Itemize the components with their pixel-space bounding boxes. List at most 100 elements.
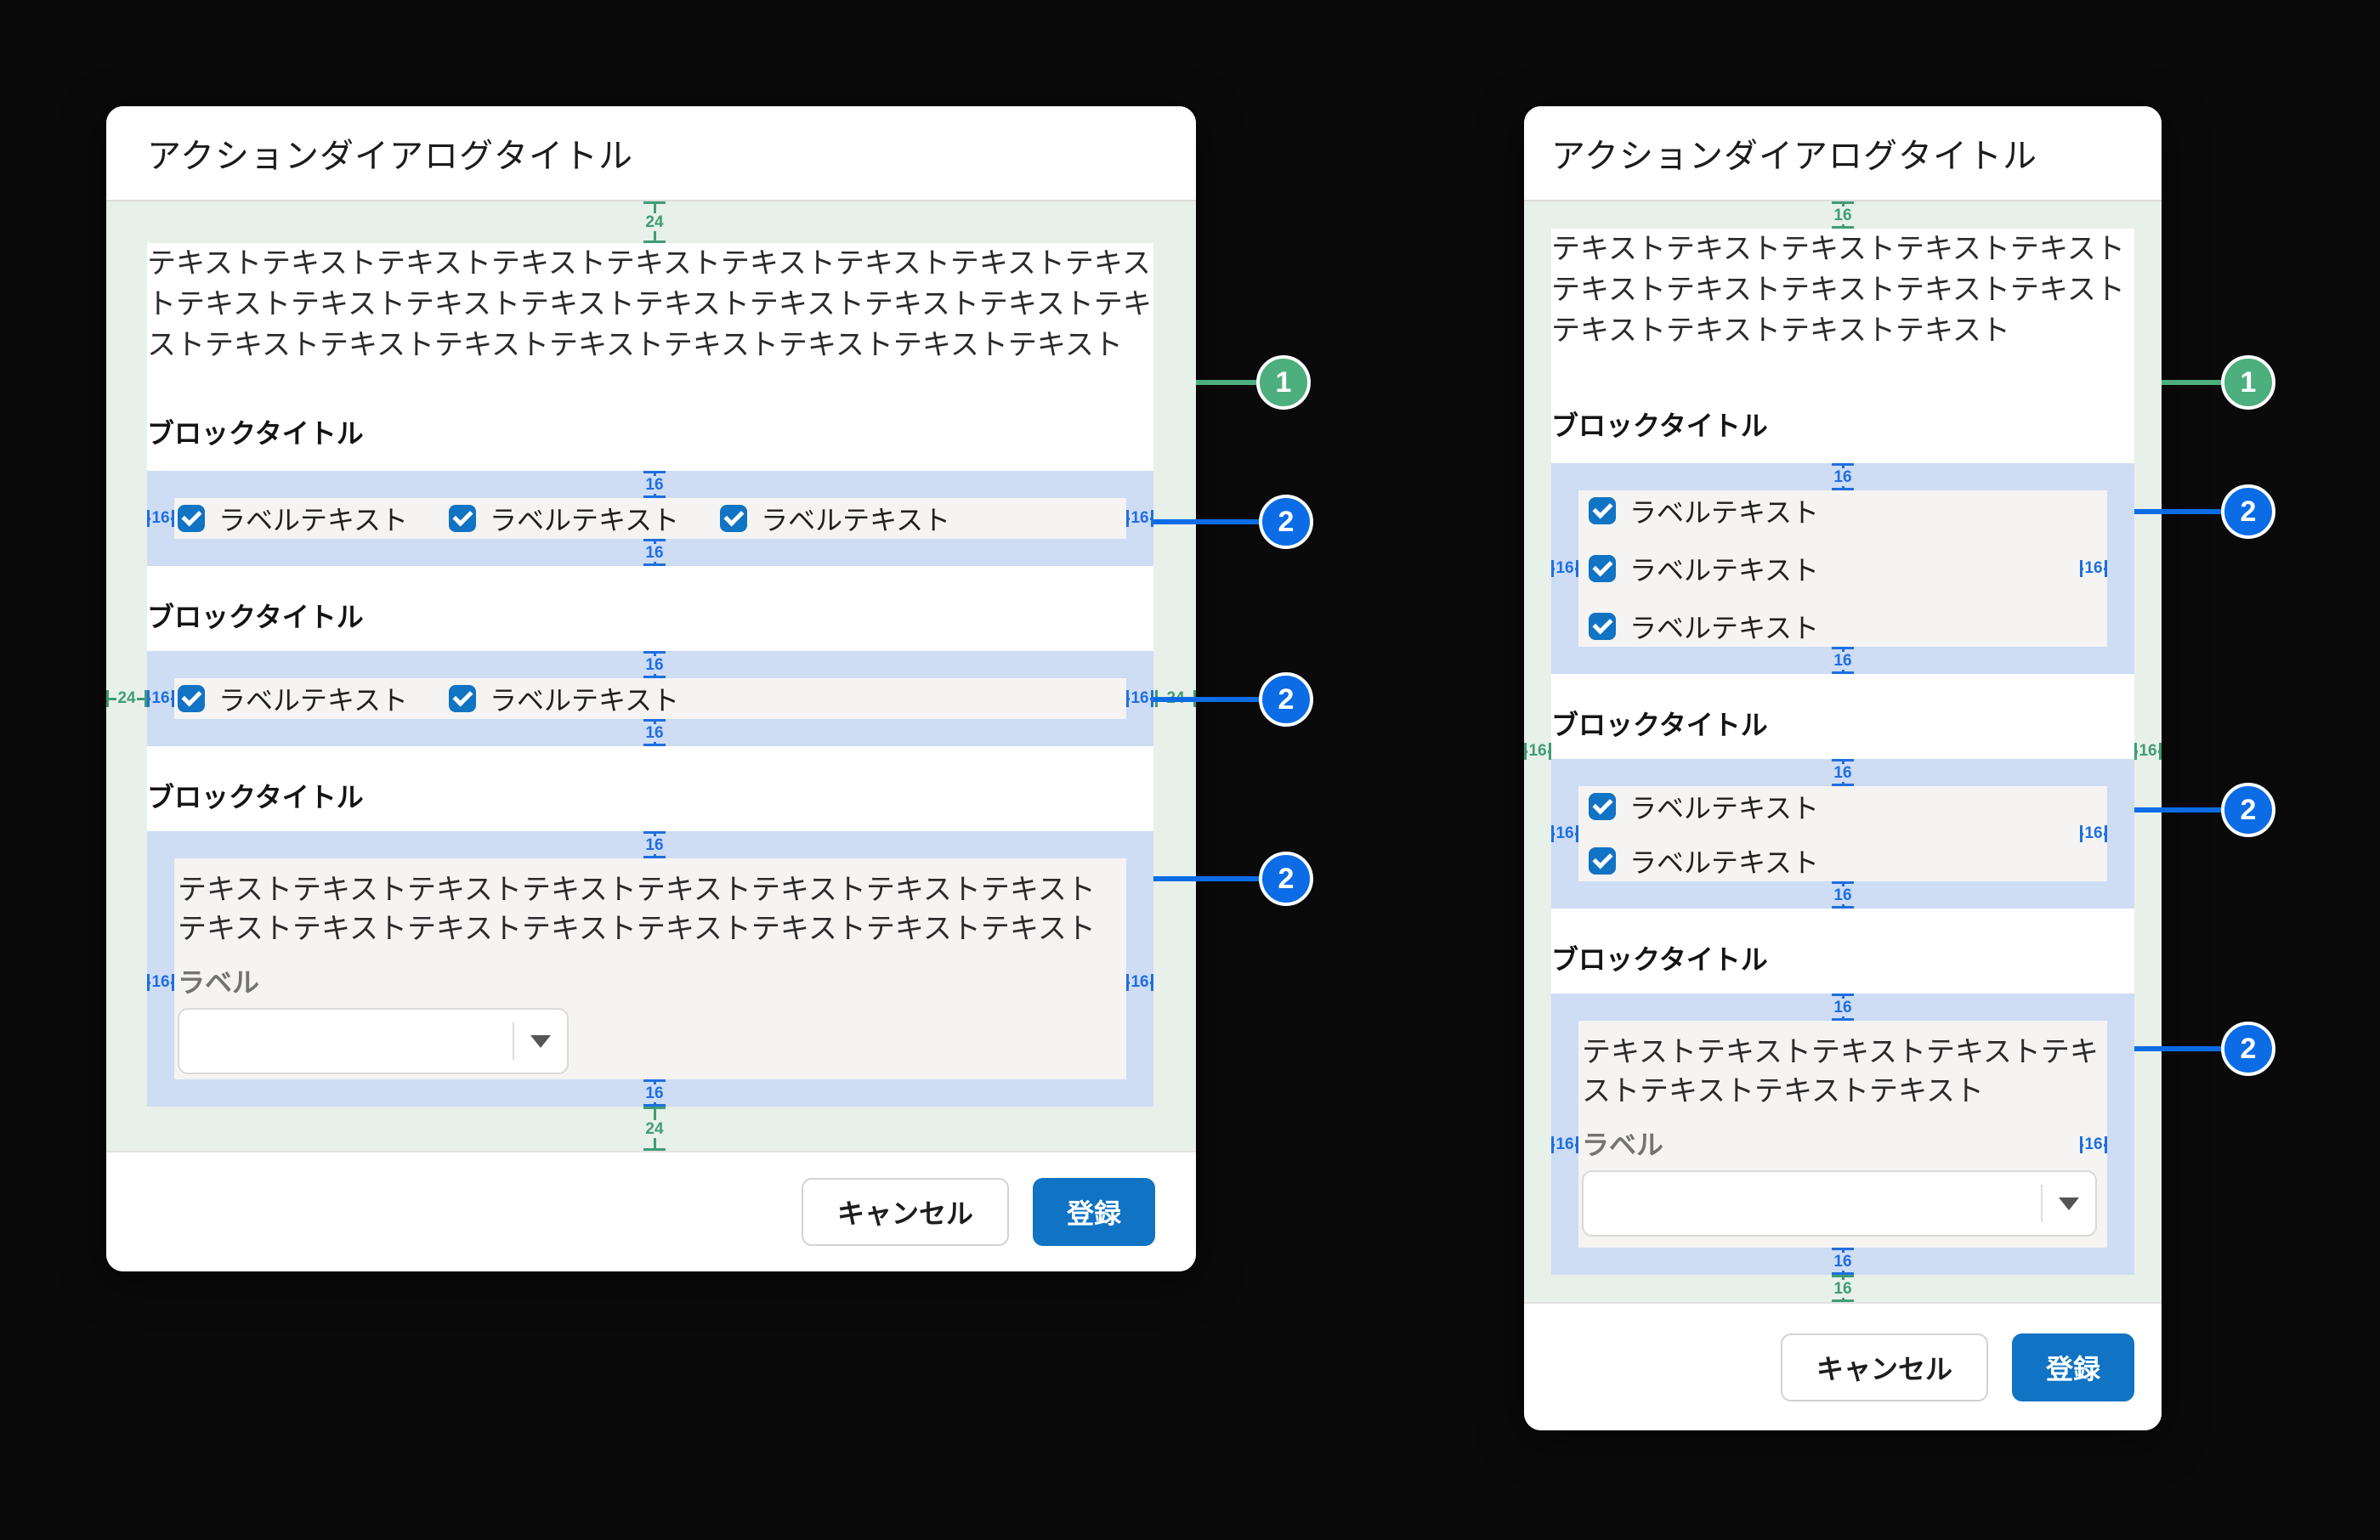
checkbox-item[interactable]: ラベルテキスト [1589, 606, 2107, 647]
checkbox-item[interactable]: ラベルテキスト [1589, 548, 2107, 589]
measure-vertical-16: 16 [634, 539, 675, 566]
measure-horizontal-16: 16 [147, 972, 174, 993]
block-title: ブロックタイトル [1551, 405, 2134, 446]
checkbox-item[interactable]: ラベルテキスト [449, 679, 679, 718]
select-field-label: ラベル [178, 964, 1109, 1001]
annotation-badge-2[interactable]: 2 [1259, 672, 1313, 727]
block-title: ブロックタイトル [1551, 939, 2134, 980]
block-description-text: テキストテキストテキストテキストテキストテキストテキストテキストテキストテキスト… [178, 870, 1109, 948]
dropdown-arrow-icon[interactable] [514, 1035, 567, 1048]
dialog-description-text: テキストテキストテキストテキストテキストテキストテキストテキストテキストテキスト… [147, 243, 1153, 365]
annotation-badge-1[interactable]: 1 [2221, 355, 2275, 410]
dialog-title: アクションダイアログタイトル [1551, 128, 2037, 178]
annotation-badge-2[interactable]: 2 [2221, 484, 2275, 539]
annotation-connector-blue [1153, 519, 1261, 524]
checkbox-checked-icon[interactable] [1589, 497, 1616, 524]
measure-horizontal-16: 16 [1551, 1135, 1578, 1155]
block-title: ブロックタイトル [1551, 705, 2134, 745]
checkbox-label: ラベルテキスト [1629, 787, 1819, 826]
measure-vertical-16: 16 [1822, 463, 1863, 490]
checkbox-row: ラベルテキスト ラベルテキスト [174, 678, 1126, 719]
checkbox-checked-icon[interactable] [449, 505, 476, 532]
cancel-button[interactable]: キャンセル [802, 1178, 1009, 1246]
checkbox-label: ラベルテキスト [1629, 491, 1819, 530]
checkbox-label: ラベルテキスト [1629, 607, 1819, 646]
annotation-connector-blue [2134, 1046, 2223, 1051]
measure-vertical-16: 16 [1822, 759, 1863, 786]
checkbox-label: ラベルテキスト [490, 499, 679, 538]
checkbox-item[interactable]: ラベルテキスト [178, 499, 408, 538]
dialog-header: アクションダイアログタイトル [106, 106, 1196, 201]
measure-vertical-16: 16 [634, 471, 675, 498]
measure-vertical-16: 16 [634, 719, 675, 746]
checkbox-row: ラベルテキスト ラベルテキスト ラベルテキスト [174, 498, 1126, 539]
block-title: ブロックタイトル [147, 777, 1153, 818]
annotation-connector-green [1196, 380, 1257, 385]
submit-button[interactable]: 登録 [2012, 1333, 2134, 1401]
measure-horizontal-16: 16 [1126, 688, 1153, 709]
measure-horizontal-16: 16 [1126, 508, 1153, 529]
annotation-badge-2[interactable]: 2 [1259, 852, 1313, 906]
block-title: ブロックタイトル [147, 413, 1153, 454]
checkbox-checked-icon[interactable] [178, 685, 205, 712]
form-block-padding-overlay: テキストテキストテキストテキストテキストテキストテキストテキスト ラベル [1551, 994, 2134, 1275]
checkbox-group-padding-overlay: ラベルテキスト ラベルテキスト ラベルテキスト [1551, 463, 2134, 674]
checkbox-label: ラベルテキスト [761, 499, 950, 538]
dialog-header: アクションダイアログタイトル [1524, 106, 2162, 201]
checkbox-checked-icon[interactable] [178, 505, 205, 532]
cancel-button[interactable]: キャンセル [1781, 1333, 1988, 1401]
select-field-label: ラベル [1582, 1126, 2100, 1163]
annotation-badge-2[interactable]: 2 [2221, 1022, 2275, 1076]
measure-vertical-16: 16 [1822, 1275, 1863, 1302]
submit-button[interactable]: 登録 [1033, 1178, 1155, 1246]
measure-horizontal-16: 16 [2080, 558, 2107, 579]
measure-vertical-16: 16 [634, 1079, 675, 1107]
checkbox-item[interactable]: ラベルテキスト [1589, 786, 2107, 827]
checkbox-checked-icon[interactable] [1589, 555, 1616, 582]
form-block: テキストテキストテキストテキストテキストテキストテキストテキストテキストテキスト… [174, 858, 1126, 1079]
checkbox-checked-icon[interactable] [720, 505, 747, 532]
form-block: テキストテキストテキストテキストテキストテキストテキストテキスト ラベル [1578, 1021, 2107, 1248]
measure-horizontal-16: 16 [147, 508, 174, 529]
block-description-text: テキストテキストテキストテキストテキストテキストテキストテキスト [1582, 1033, 2100, 1111]
block-title: ブロックタイトル [147, 597, 1153, 637]
measure-horizontal-16: 16 [2080, 824, 2107, 844]
checkbox-label: ラベルテキスト [218, 499, 408, 538]
checkbox-item[interactable]: ラベルテキスト [178, 679, 408, 718]
checkbox-item[interactable]: ラベルテキスト [1589, 841, 2107, 881]
measure-horizontal-16: 16 [147, 688, 174, 709]
desktop-action-dialog: アクションダイアログタイトル テキストテキストテキストテキストテキストテキストテ… [106, 106, 1196, 1271]
measure-horizontal-16: 16 [1551, 824, 1578, 844]
checkbox-checked-icon[interactable] [449, 685, 476, 712]
dialog-content-panel: テキストテキストテキストテキストテキストテキストテキストテキストテキストテキスト… [1551, 229, 2134, 1275]
checkbox-list: ラベルテキスト ラベルテキスト [1578, 786, 2107, 881]
checkbox-checked-icon[interactable] [1589, 847, 1616, 875]
measure-vertical-24: 24 [634, 1107, 675, 1151]
checkbox-list: ラベルテキスト ラベルテキスト ラベルテキスト [1578, 490, 2107, 647]
checkbox-label: ラベルテキスト [490, 679, 679, 718]
measure-horizontal-16: 16 [2134, 741, 2162, 762]
annotation-badge-2[interactable]: 2 [2221, 783, 2275, 837]
dialog-description-text: テキストテキストテキストテキストテキストテキストテキストテキストテキストテキスト… [1551, 229, 2134, 351]
annotation-connector-blue [2134, 807, 2223, 812]
annotation-connector-blue [1153, 697, 1261, 702]
annotation-badge-1[interactable]: 1 [1256, 355, 1311, 410]
annotation-connector-green [2162, 380, 2223, 385]
checkbox-checked-icon[interactable] [1589, 613, 1616, 640]
mobile-action-dialog: アクションダイアログタイトル テキストテキストテキストテキストテキストテキストテ… [1524, 106, 2162, 1430]
form-block-padding-overlay: テキストテキストテキストテキストテキストテキストテキストテキストテキストテキスト… [147, 831, 1153, 1107]
measure-vertical-16: 16 [1822, 1248, 1863, 1275]
measure-horizontal-16: 16 [1524, 741, 1551, 762]
checkbox-item[interactable]: ラベルテキスト [449, 499, 679, 538]
annotation-badge-2[interactable]: 2 [1259, 495, 1313, 549]
measure-horizontal-16: 16 [2080, 1135, 2107, 1155]
checkbox-label: ラベルテキスト [1629, 549, 1819, 588]
dropdown-arrow-icon[interactable] [2043, 1197, 2095, 1210]
select-input[interactable] [1582, 1170, 2097, 1237]
select-input[interactable] [178, 1008, 569, 1074]
checkbox-item[interactable]: ラベルテキスト [720, 499, 950, 538]
checkbox-checked-icon[interactable] [1589, 793, 1616, 820]
measure-vertical-16: 16 [1822, 994, 1863, 1021]
checkbox-item[interactable]: ラベルテキスト [1589, 490, 2107, 531]
measure-vertical-16: 16 [634, 831, 675, 858]
